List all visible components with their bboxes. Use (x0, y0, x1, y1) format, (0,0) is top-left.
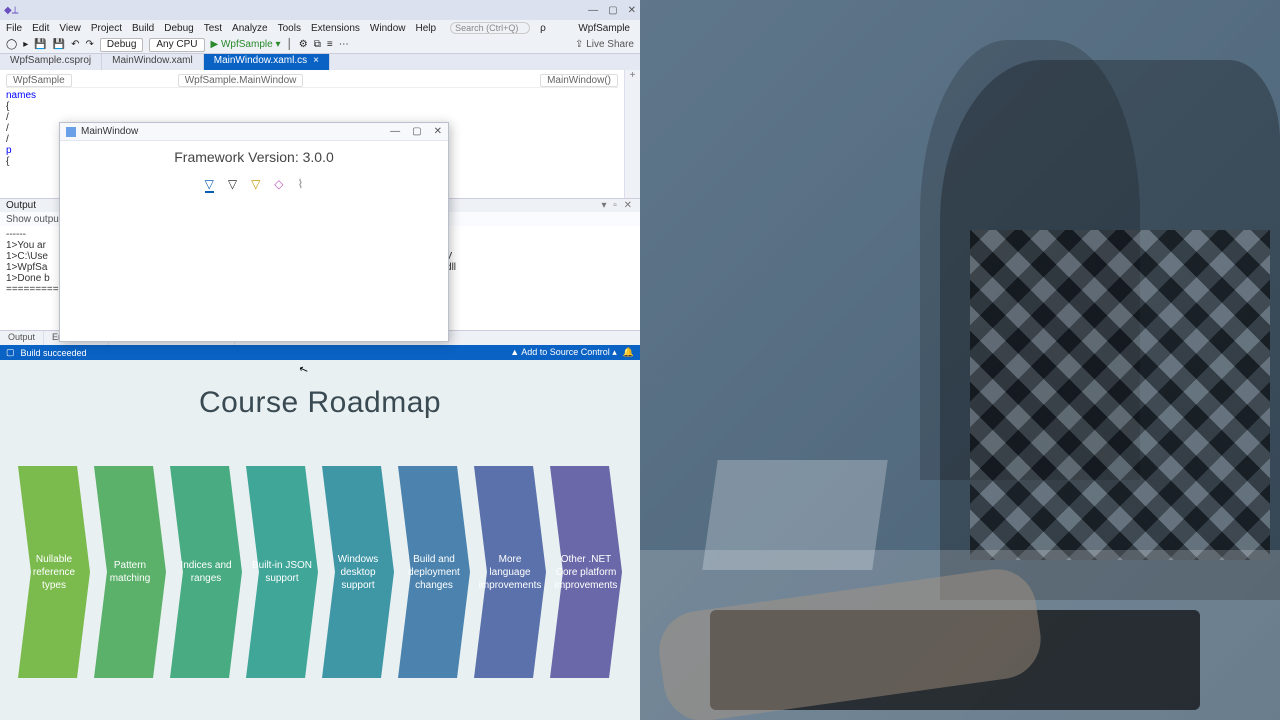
vs-menubar: File Edit View Project Build Debug Test … (0, 20, 640, 36)
code-line: names (6, 90, 36, 101)
app-title: MainWindow (81, 126, 138, 137)
chevron-nullable: Nullable reference types (18, 466, 90, 678)
crumb-member[interactable]: MainWindow() (540, 74, 618, 87)
maximize-icon[interactable]: ▢ (608, 5, 617, 16)
menu-analyze[interactable]: Analyze (232, 23, 268, 34)
nav-fwd-icon[interactable]: ▸ (23, 39, 28, 50)
redo-icon[interactable]: ↷ (86, 39, 94, 50)
filter-icon[interactable]: ▽ (251, 177, 260, 193)
tab-output[interactable]: Output (0, 331, 44, 345)
search-rho-icon: ρ (540, 23, 546, 34)
course-roadmap-slide: Course Roadmap Nullable reference types … (0, 360, 640, 720)
eraser-icon[interactable]: ◇ (274, 177, 283, 193)
vs-titlebar: ◆⟂ — ▢ ✕ (0, 0, 640, 20)
split-icon[interactable]: + (625, 70, 640, 81)
close-icon[interactable]: ✕ (628, 5, 636, 16)
chevron-platform: Other .NET Core platform improvements (550, 466, 622, 678)
minimize-icon[interactable]: — (588, 5, 598, 16)
visual-studio-window: ◆⟂ — ▢ ✕ File Edit View Project Build De… (0, 0, 640, 360)
menu-edit[interactable]: Edit (32, 23, 49, 34)
slide-title: Course Roadmap (199, 386, 441, 420)
app-icon (66, 127, 76, 137)
code-line: { (6, 101, 618, 112)
menu-extensions[interactable]: Extensions (311, 23, 360, 34)
code-line: p (6, 145, 12, 156)
editor-scroll-rail[interactable]: + (624, 70, 640, 198)
filter-icon-row: ▽ ▽ ▽ ◇ ⌇ (205, 177, 304, 193)
tab-xaml-cs[interactable]: MainWindow.xaml.cs× (204, 54, 330, 70)
menu-build[interactable]: Build (132, 23, 154, 34)
run-button[interactable]: ▶ WpfSample ▾ (211, 39, 281, 50)
document-tabs: WpfSample.csproj MainWindow.xaml MainWin… (0, 54, 640, 70)
app-max-icon[interactable]: ▢ (412, 126, 421, 137)
menu-window[interactable]: Window (370, 23, 406, 34)
crumb-class[interactable]: WpfSample.MainWindow (178, 74, 304, 87)
background-photo (640, 0, 1280, 720)
editor-area: WpfSample WpfSample.MainWindow MainWindo… (0, 70, 640, 198)
vs-logo-icon: ◆⟂ (4, 5, 18, 16)
toolbar-misc-icon[interactable]: ≡ (327, 39, 333, 50)
source-control-button[interactable]: ▲ Add to Source Control ▴ (510, 347, 616, 358)
menu-view[interactable]: View (59, 23, 81, 34)
attach-icon[interactable]: ⌇ (298, 177, 304, 193)
menu-tools[interactable]: Tools (278, 23, 301, 34)
notifications-icon[interactable]: 🔔 (623, 347, 634, 358)
platform-combo[interactable]: Any CPU (149, 38, 204, 52)
toolbar-misc-icon[interactable]: ⚙ (299, 39, 308, 50)
toolbar-misc-icon[interactable]: ⧉ (314, 39, 321, 50)
tab-xaml[interactable]: MainWindow.xaml (102, 54, 204, 70)
tab-csproj[interactable]: WpfSample.csproj (0, 54, 102, 70)
save-all-icon[interactable]: 💾 (53, 39, 65, 50)
status-message: Build succeeded (21, 348, 87, 358)
photo-plaid-shirt (970, 230, 1270, 560)
output-title: Output (6, 200, 36, 211)
menu-file[interactable]: File (6, 23, 22, 34)
chevron-pattern: Pattern matching (94, 466, 166, 678)
toolbar-sep: │ (286, 39, 292, 50)
config-combo[interactable]: Debug (100, 38, 143, 52)
menu-test[interactable]: Test (204, 23, 222, 34)
vs-toolbar: ◯ ▸ 💾 💾 ↶ ↷ Debug Any CPU ▶ WpfSample ▾ … (0, 36, 640, 54)
chevron-indices: Indices and ranges (170, 466, 242, 678)
app-min-icon[interactable]: — (390, 126, 400, 137)
chevron-json: Built-in JSON support (246, 466, 318, 678)
tab-close-icon[interactable]: × (313, 55, 319, 66)
menu-debug[interactable]: Debug (164, 23, 193, 34)
app-close-icon[interactable]: ✕ (434, 126, 442, 137)
undo-icon[interactable]: ↶ (71, 39, 79, 50)
output-pin-icons[interactable]: ▾ ▫ ✕ (602, 200, 635, 211)
menu-help[interactable]: Help (415, 23, 436, 34)
framework-version-label: Framework Version: 3.0.0 (174, 149, 334, 165)
filter-icon[interactable]: ▽ (228, 177, 237, 193)
quick-search[interactable]: Search (Ctrl+Q) (450, 22, 530, 34)
roadmap-chevrons: Nullable reference types Pattern matchin… (8, 466, 632, 678)
chevron-lang: More language improvements (474, 466, 546, 678)
crumb-project[interactable]: WpfSample (6, 74, 72, 87)
live-share-button[interactable]: ⇪ Live Share (575, 39, 634, 50)
save-icon[interactable]: 💾 (34, 39, 46, 50)
chevron-build: Build and deployment changes (398, 466, 470, 678)
vs-status-bar: ▢ Build succeeded ▲ Add to Source Contro… (0, 345, 640, 360)
solution-name: WpfSample (578, 23, 634, 34)
app-titlebar[interactable]: MainWindow — ▢ ✕ (60, 123, 448, 141)
running-app-window: MainWindow — ▢ ✕ Framework Version: 3.0.… (59, 122, 449, 342)
nav-back-icon[interactable]: ◯ (6, 39, 17, 50)
filter-icon[interactable]: ▽ (205, 177, 214, 193)
chevron-desktop: Windows desktop support (322, 466, 394, 678)
menu-project[interactable]: Project (91, 23, 122, 34)
toolbar-misc-icon[interactable]: ⋯ (339, 39, 349, 50)
status-icon: ▢ (6, 347, 15, 358)
